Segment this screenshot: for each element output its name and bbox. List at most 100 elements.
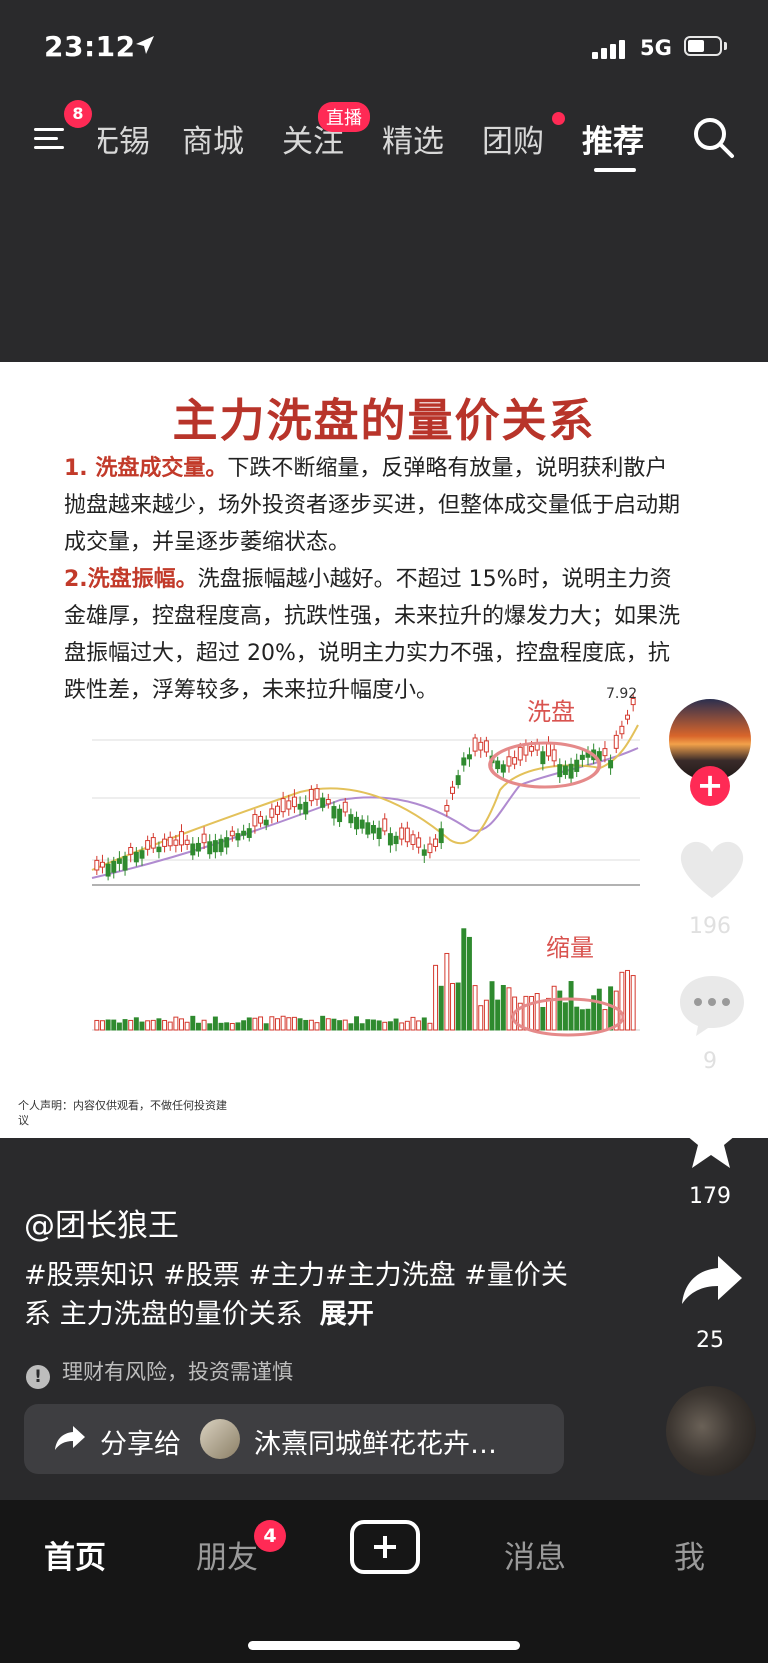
candle <box>602 748 608 757</box>
volume-bar <box>534 993 540 1031</box>
star-icon[interactable] <box>678 1108 744 1172</box>
candle <box>156 846 162 853</box>
volume-bar <box>557 990 563 1031</box>
volume-bar <box>382 1021 388 1031</box>
candle <box>116 858 122 864</box>
volume-bar <box>275 1018 280 1031</box>
expand-link[interactable]: 展开 <box>320 1299 374 1330</box>
tab-recommended[interactable]: 推荐 <box>582 116 644 161</box>
candle <box>546 743 551 757</box>
share-label: 分享给 <box>100 1429 181 1460</box>
menu-icon[interactable] <box>32 120 68 156</box>
volume-bar <box>630 975 636 1031</box>
share-arrow-icon[interactable] <box>680 1252 744 1308</box>
volume-bar <box>433 964 439 1031</box>
volume-bar <box>190 1015 196 1031</box>
create-button[interactable] <box>350 1520 420 1574</box>
nav-messages[interactable]: 消息 <box>504 1532 566 1577</box>
friends-badge: 4 <box>254 1520 286 1552</box>
author-name[interactable]: @团长狼王 <box>24 1200 179 1245</box>
candle <box>207 841 213 855</box>
volume-bar <box>472 985 478 1031</box>
candle <box>218 838 224 853</box>
candle <box>133 851 139 863</box>
volume-bar <box>145 1020 151 1031</box>
candle <box>184 839 190 845</box>
candle <box>252 814 258 827</box>
price-label: 7.92 <box>606 686 637 702</box>
candle <box>382 818 388 832</box>
tab-group-buy[interactable]: 团购 <box>482 116 544 161</box>
search-icon[interactable] <box>690 114 738 162</box>
volume-bar <box>455 982 461 1031</box>
candle <box>376 827 382 839</box>
candle <box>291 796 297 808</box>
volume-bar <box>608 986 614 1031</box>
share-target-name: 沐熹同城鲜花花卉… <box>254 1429 497 1460</box>
volume-bar <box>529 995 535 1031</box>
candle <box>370 825 376 834</box>
warning-icon: ! <box>26 1365 50 1389</box>
battery-icon <box>684 36 722 56</box>
candle <box>529 746 535 752</box>
candle <box>393 835 399 845</box>
candle <box>145 840 151 850</box>
candle <box>241 830 247 836</box>
volume-bar <box>370 1019 376 1031</box>
volume-bar <box>280 1015 286 1031</box>
candle <box>212 840 218 853</box>
video-frame[interactable]: 主力洗盘的量价关系 1. 洗盘成交量。下跌不断缩量，反弹略有放量，说明获利散户抛… <box>0 362 768 1138</box>
candle <box>167 836 173 847</box>
volume-bar <box>359 1023 365 1031</box>
candle <box>150 837 156 849</box>
candle <box>190 843 196 856</box>
candle <box>472 737 478 752</box>
candle <box>359 819 365 829</box>
tab-wuxi[interactable]: 无锡 <box>98 116 150 161</box>
candle <box>195 842 201 852</box>
volume-bar <box>94 1019 100 1031</box>
nav-home[interactable]: 首页 <box>44 1532 106 1577</box>
volume-bar <box>258 1016 264 1031</box>
volume-bar <box>393 1018 399 1031</box>
candle <box>325 798 331 805</box>
comment-icon[interactable] <box>676 972 748 1038</box>
volume-bar <box>489 981 495 1031</box>
candle <box>410 834 416 845</box>
volume-bar <box>602 1009 608 1031</box>
network-type: 5G <box>640 36 672 60</box>
tab-mall[interactable]: 商城 <box>182 116 244 161</box>
disclaimer: 个人声明：内容仅供观看，不做任何投资建议 <box>18 1099 227 1127</box>
heart-icon[interactable] <box>676 836 748 902</box>
candle <box>625 714 631 720</box>
volume-bar <box>246 1017 252 1031</box>
active-tab-indicator <box>594 168 636 172</box>
clock: 23:12 <box>44 30 136 63</box>
nav-friends[interactable]: 朋友 <box>196 1532 258 1577</box>
share-icon <box>55 1426 85 1450</box>
volume-bar <box>461 928 467 1031</box>
volume-bar <box>540 1006 546 1031</box>
volume-bar <box>308 1019 314 1031</box>
tab-featured[interactable]: 精选 <box>382 116 444 161</box>
volume-bar <box>150 1019 156 1031</box>
volume-bar <box>342 1019 348 1031</box>
volume-bar <box>500 984 506 1031</box>
candle <box>455 775 461 786</box>
risk-notice-text: 理财有风险，投资需谨慎 <box>62 1360 293 1384</box>
volume-bar <box>212 1016 218 1031</box>
follow-button[interactable]: + <box>690 766 730 806</box>
volume-bar <box>162 1019 168 1031</box>
nav-me[interactable]: 我 <box>674 1532 705 1577</box>
candle <box>320 797 326 808</box>
candle <box>506 756 512 767</box>
volume-bar <box>173 1016 179 1031</box>
candle <box>483 740 489 753</box>
candle <box>337 808 343 823</box>
candle <box>275 805 280 815</box>
volume-bar <box>99 1020 105 1031</box>
music-disc-avatar[interactable] <box>666 1386 756 1476</box>
share-to-bar[interactable]: 分享给 沐熹同城鲜花花卉… <box>24 1404 564 1474</box>
volume-bar <box>348 1023 354 1031</box>
candle <box>438 828 444 844</box>
